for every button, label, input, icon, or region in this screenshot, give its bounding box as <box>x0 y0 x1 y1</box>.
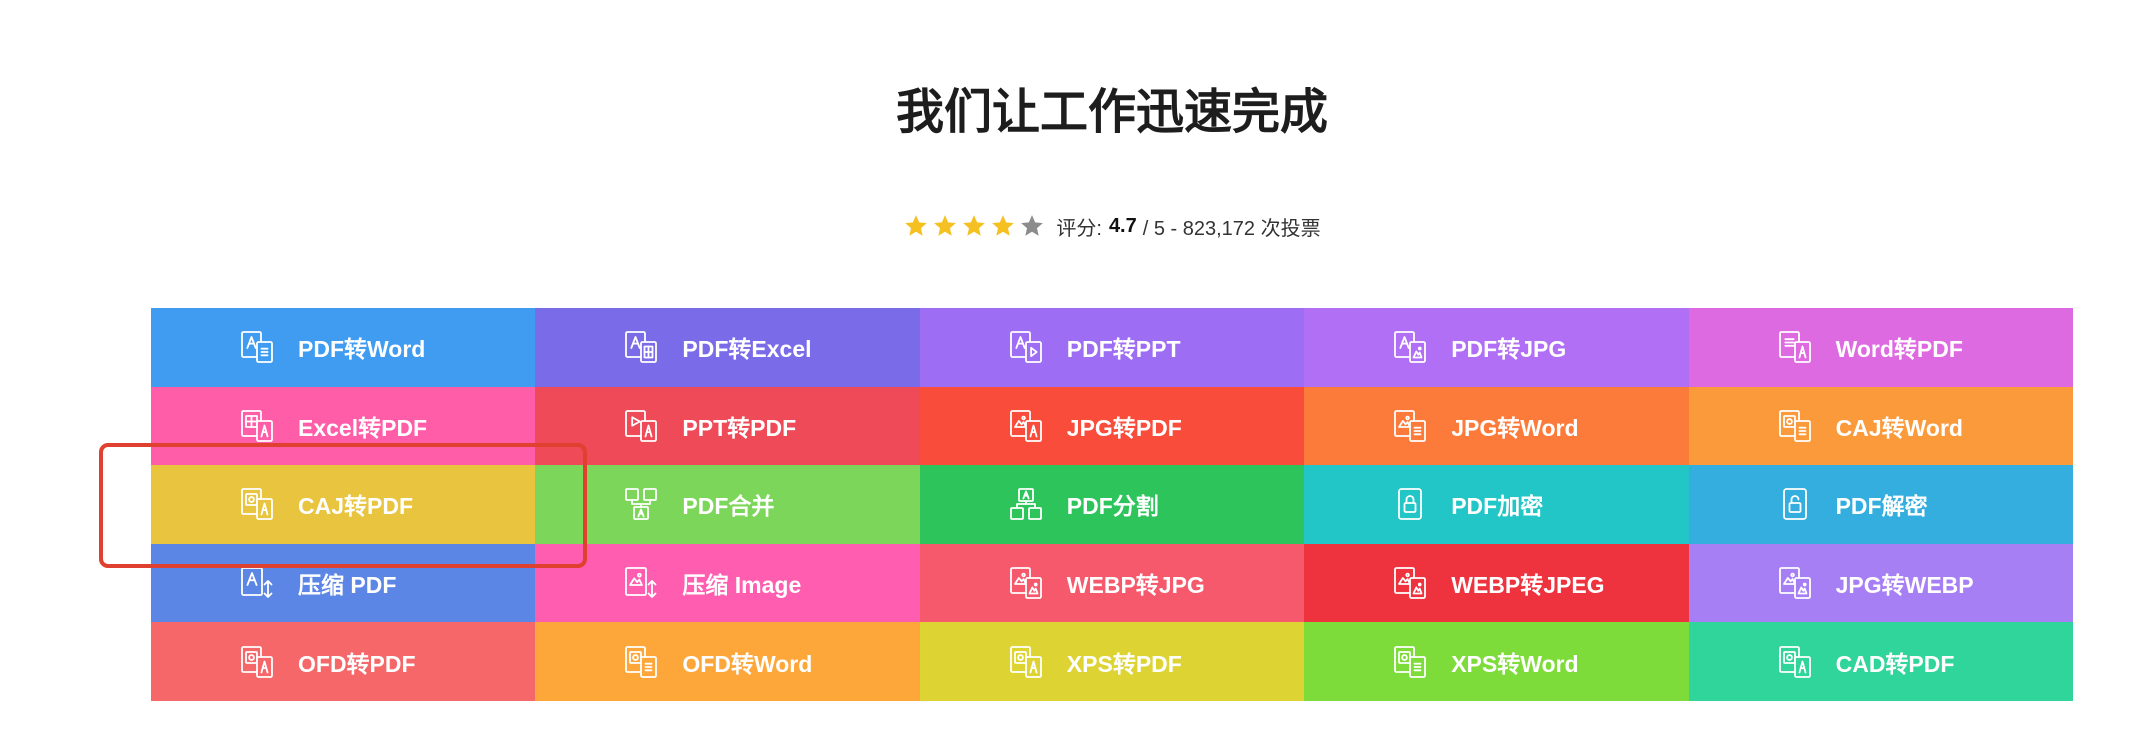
tool-excel-to-pdf[interactable]: Excel转PDF <box>151 386 536 466</box>
tool-label: XPS转PDF <box>1066 650 1182 677</box>
tool-label: JPG转WEBP <box>1835 572 1974 599</box>
rating-row: 评分: 4.7 / 5 - 823,172 次投票 <box>151 208 2073 244</box>
star-filled-icon <box>963 215 986 236</box>
tool-jpg-to-pdf[interactable]: JPG转PDF <box>919 386 1305 466</box>
tool-word-to-pdf[interactable]: Word转PDF <box>1688 308 2073 387</box>
tool-label: PDF转Word <box>298 336 426 363</box>
pdf-to-word-icon <box>241 331 273 364</box>
star-empty-icon <box>1021 215 1044 236</box>
cad-to-pdf-icon <box>1778 645 1811 678</box>
page-title: 我们让工作迅速完成 <box>895 86 1328 139</box>
tool-webp-to-jpeg[interactable]: WEBP转JPEG <box>1304 543 1689 623</box>
pdf-split-icon <box>1009 488 1042 521</box>
tool-pdf-merge[interactable]: PDF合并 <box>535 465 920 544</box>
jpg-to-pdf-icon <box>1009 409 1042 442</box>
pdf-merge-icon <box>625 488 658 521</box>
tool-pdf-to-ppt[interactable]: PDF转PPT <box>919 308 1305 387</box>
tool-pdf-to-jpg[interactable]: PDF转JPG <box>1304 308 1689 387</box>
jpg-to-word-icon <box>1394 409 1427 442</box>
compress-image-icon <box>625 567 657 598</box>
tool-label: PDF转Excel <box>682 336 812 363</box>
tool-label: PDF转JPG <box>1451 336 1567 363</box>
rating-stars <box>903 213 1048 239</box>
tool-label: 压缩 PDF <box>298 572 397 599</box>
webp-to-jpeg-icon <box>1394 567 1427 599</box>
tool-ofd-to-word[interactable]: OFD转Word <box>535 622 920 701</box>
tool-label: CAD转PDF <box>1835 650 1955 677</box>
tool-jpg-to-webp[interactable]: JPG转WEBP <box>1688 543 2073 623</box>
xps-to-word-icon <box>1394 645 1427 678</box>
tool-xps-to-pdf[interactable]: XPS转PDF <box>919 622 1305 701</box>
tool-label: WEBP转JPG <box>1066 572 1205 599</box>
tool-pdf-encrypt[interactable]: PDF加密 <box>1304 465 1689 544</box>
tool-label: PPT转PDF <box>682 414 797 441</box>
ppt-to-pdf-icon <box>625 409 658 442</box>
tool-cad-to-pdf[interactable]: CAD转PDF <box>1688 622 2073 701</box>
tool-caj-to-word[interactable]: CAJ转Word <box>1688 386 2073 466</box>
word-to-pdf-icon <box>1778 331 1811 364</box>
tool-label: PDF分割 <box>1066 493 1159 520</box>
caj-to-pdf-icon <box>241 488 273 521</box>
rating-value: 4.7 <box>1108 214 1137 237</box>
star-filled-icon <box>992 215 1015 236</box>
tool-xps-to-word[interactable]: XPS转Word <box>1304 622 1689 701</box>
tool-label: PDF解密 <box>1835 493 1928 520</box>
xps-to-pdf-icon <box>1009 645 1042 678</box>
tool-label: PDF合并 <box>682 493 775 520</box>
compress-pdf-icon <box>241 567 273 598</box>
webp-to-jpg-icon <box>1009 567 1042 599</box>
rating-label: 评分: <box>1056 217 1102 240</box>
pdf-encrypt-icon <box>1398 488 1423 521</box>
pdf-to-jpg-icon <box>1394 331 1427 364</box>
tool-label: JPG转PDF <box>1066 414 1182 441</box>
tool-label: Excel转PDF <box>298 414 428 441</box>
rating-votes: / 5 - 823,172 次投票 <box>1142 217 1321 240</box>
tool-label: OFD转Word <box>682 650 813 677</box>
tool-label: XPS转Word <box>1451 650 1579 677</box>
ofd-to-word-icon <box>625 645 658 678</box>
tool-label: CAJ转PDF <box>298 493 414 520</box>
pdf-to-ppt-icon <box>1009 331 1042 364</box>
tool-label: CAJ转Word <box>1835 414 1963 441</box>
tool-webp-to-jpg[interactable]: WEBP转JPG <box>919 543 1305 623</box>
pdf-to-excel-icon <box>625 331 658 364</box>
caj-to-word-icon <box>1778 409 1811 442</box>
excel-to-pdf-icon <box>241 409 273 442</box>
tool-label: OFD转PDF <box>298 650 416 677</box>
tool-pdf-decrypt[interactable]: PDF解密 <box>1688 465 2073 544</box>
tool-compress-pdf[interactable]: 压缩 PDF <box>151 543 536 623</box>
tool-jpg-to-word[interactable]: JPG转Word <box>1304 386 1689 466</box>
tool-label: WEBP转JPEG <box>1451 572 1605 599</box>
tool-label: 压缩 Image <box>682 572 802 599</box>
tool-pdf-to-excel[interactable]: PDF转Excel <box>535 308 920 387</box>
ofd-to-pdf-icon <box>241 645 273 678</box>
star-filled-icon <box>905 215 928 236</box>
tool-compress-image[interactable]: 压缩 Image <box>535 543 920 623</box>
tool-ofd-to-pdf[interactable]: OFD转PDF <box>151 622 536 701</box>
tool-label: PDF转PPT <box>1066 336 1181 363</box>
tool-grid: PDF转Word PDF转Excel PDF转PPT PDF转JPG Word转PDF E… <box>151 308 2073 701</box>
pdf-decrypt-icon <box>1782 488 1807 521</box>
tool-pdf-to-word[interactable]: PDF转Word <box>151 308 536 387</box>
tool-caj-to-pdf[interactable]: CAJ转PDF <box>151 465 536 544</box>
jpg-to-webp-icon <box>1778 567 1811 599</box>
tool-label: Word转PDF <box>1835 336 1963 363</box>
tool-pdf-split[interactable]: PDF分割 <box>919 465 1305 544</box>
tool-label: PDF加密 <box>1451 493 1544 520</box>
star-filled-icon <box>934 215 957 236</box>
tool-label: JPG转Word <box>1451 414 1579 441</box>
tool-ppt-to-pdf[interactable]: PPT转PDF <box>535 386 920 466</box>
